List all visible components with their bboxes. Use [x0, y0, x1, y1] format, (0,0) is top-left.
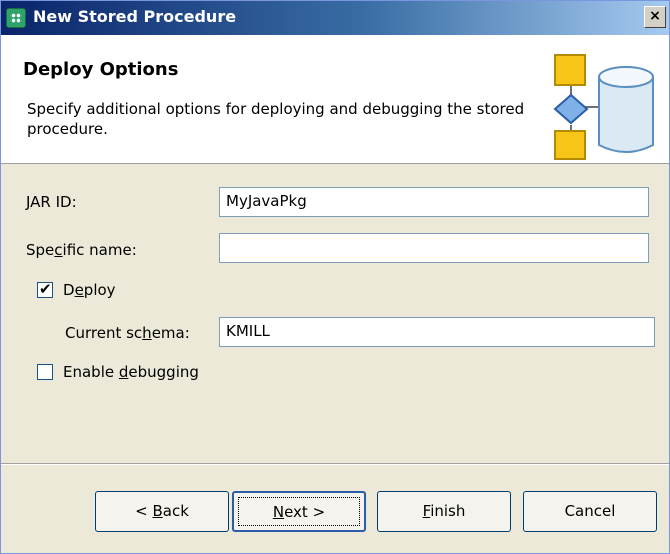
- back-button[interactable]: < Back: [95, 491, 229, 532]
- specific-name-input[interactable]: [219, 233, 649, 263]
- enable-debugging-checkbox[interactable]: [37, 364, 53, 380]
- current-schema-input[interactable]: KMILL: [219, 317, 655, 347]
- button-separator: [1, 463, 669, 465]
- database-procedure-icon: [553, 54, 654, 160]
- deploy-label[interactable]: Deploy: [63, 281, 116, 299]
- close-button[interactable]: ×: [644, 6, 666, 28]
- jar-id-input[interactable]: MyJavaPkg: [219, 187, 649, 217]
- jar-id-label: JAR ID:: [26, 193, 77, 211]
- enable-debugging-label[interactable]: Enable debugging: [63, 363, 199, 381]
- page-description: Specify additional options for deploying…: [27, 100, 525, 138]
- window-title: New Stored Procedure: [33, 7, 237, 26]
- next-button[interactable]: Next >: [232, 491, 366, 532]
- close-icon: ×: [649, 8, 661, 24]
- title-bar[interactable]: New Stored Procedure ×: [1, 1, 669, 35]
- dialog-window: New Stored Procedure × Deploy Options Sp…: [0, 0, 670, 554]
- check-icon: ✔: [39, 280, 52, 298]
- finish-button[interactable]: Finish: [377, 491, 511, 532]
- cancel-button[interactable]: Cancel: [523, 491, 657, 532]
- page-title: Deploy Options: [23, 59, 179, 80]
- deploy-checkbox[interactable]: ✔: [37, 280, 53, 298]
- wizard-banner: Deploy Options Specify additional option…: [1, 35, 669, 164]
- current-schema-label: Current schema:: [65, 324, 190, 342]
- wizard-icon: [6, 8, 26, 28]
- specific-name-label: Specific name:: [26, 241, 137, 259]
